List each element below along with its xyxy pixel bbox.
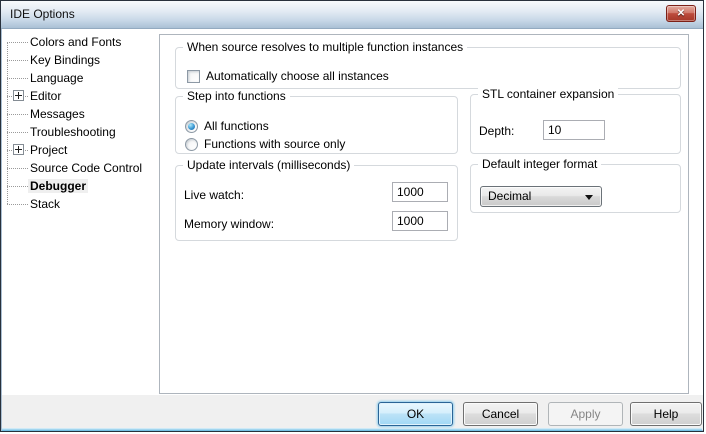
functions-with-source-radio-row[interactable]: Functions with source only	[185, 137, 345, 151]
radio-label: Functions with source only	[204, 137, 345, 151]
auto-choose-instances-row[interactable]: Automatically choose all instances	[187, 69, 389, 83]
tree-connector-line	[7, 114, 28, 115]
sidebar-item-messages[interactable]: Messages	[2, 105, 158, 123]
dropdown-selected-value: Decimal	[488, 187, 531, 206]
sidebar-item-key-bindings[interactable]: Key Bindings	[2, 51, 158, 69]
close-icon: ✕	[677, 8, 685, 19]
tree-connector-line	[7, 78, 28, 79]
group-step-into-functions: Step into functions All functions Functi…	[175, 96, 458, 154]
dialog-body: Colors and Fonts Key Bindings Language E…	[2, 29, 704, 395]
tree-connector-line	[7, 42, 28, 43]
group-title: Default integer format	[478, 157, 601, 171]
cancel-button[interactable]: Cancel	[463, 402, 538, 426]
sidebar-item-troubleshooting[interactable]: Troubleshooting	[2, 123, 158, 141]
sidebar-item-label: Key Bindings	[30, 53, 100, 67]
sidebar-item-label: Messages	[30, 107, 85, 121]
sidebar-item-label: Troubleshooting	[30, 125, 116, 139]
group-title: Update intervals (milliseconds)	[183, 158, 354, 172]
debugger-settings-panel: When source resolves to multiple functio…	[159, 34, 689, 394]
sidebar-item-label: Colors and Fonts	[30, 35, 121, 49]
tree-connector-line	[7, 132, 28, 133]
radio-label: All functions	[204, 119, 269, 133]
sidebar-item-label: Stack	[30, 197, 60, 211]
sidebar-item-label: Editor	[30, 89, 61, 103]
dropdown-arrow-icon	[585, 195, 593, 200]
memory-window-label: Memory window:	[184, 217, 274, 231]
dialog-button-bar: OK Cancel Apply Help	[2, 395, 704, 430]
live-watch-label: Live watch:	[184, 188, 244, 202]
sidebar-item-label: Language	[30, 71, 83, 85]
sidebar-item-language[interactable]: Language	[2, 69, 158, 87]
tree-connector-line	[7, 168, 28, 169]
options-category-tree: Colors and Fonts Key Bindings Language E…	[2, 29, 158, 395]
tree-expand-plus-icon[interactable]	[13, 144, 24, 155]
titlebar[interactable]: IDE Options ✕	[1, 1, 703, 29]
group-title: STL container expansion	[478, 87, 618, 101]
tree-connector-line	[7, 186, 28, 187]
sidebar-item-stack[interactable]: Stack	[2, 195, 158, 213]
sidebar-item-colors-and-fonts[interactable]: Colors and Fonts	[2, 33, 158, 51]
group-stl-container-expansion: STL container expansion Depth:	[470, 94, 681, 154]
group-multiple-function-instances: When source resolves to multiple functio…	[175, 47, 681, 89]
window-bottom-glass-edge	[2, 428, 702, 431]
group-default-integer-format: Default integer format Decimal	[470, 164, 681, 213]
tree-connector-line	[7, 204, 28, 205]
depth-input[interactable]	[543, 120, 605, 140]
sidebar-item-label: Debugger	[28, 179, 88, 193]
all-functions-radio[interactable]	[185, 120, 198, 133]
functions-with-source-radio[interactable]	[185, 138, 198, 151]
tree-expand-plus-icon[interactable]	[13, 90, 24, 101]
close-button[interactable]: ✕	[666, 5, 696, 22]
memory-window-input[interactable]	[392, 211, 448, 231]
help-button[interactable]: Help	[630, 402, 702, 426]
checkbox-label: Automatically choose all instances	[206, 69, 389, 83]
sidebar-item-label: Project	[30, 143, 67, 157]
auto-choose-instances-checkbox[interactable]	[187, 70, 200, 83]
sidebar-item-editor[interactable]: Editor	[2, 87, 158, 105]
sidebar-item-debugger[interactable]: Debugger	[2, 177, 158, 195]
group-title: When source resolves to multiple functio…	[183, 40, 467, 54]
group-title: Step into functions	[183, 89, 290, 103]
ok-button[interactable]: OK	[378, 402, 453, 426]
tree-connector-line	[7, 60, 28, 61]
apply-button: Apply	[548, 402, 623, 426]
depth-label: Depth:	[479, 124, 514, 138]
sidebar-item-source-code-control[interactable]: Source Code Control	[2, 159, 158, 177]
window-title: IDE Options	[10, 1, 75, 28]
ide-options-dialog: IDE Options ✕ Colors and Fonts Key Bindi…	[0, 0, 704, 432]
group-update-intervals: Update intervals (milliseconds) Live wat…	[175, 165, 458, 241]
all-functions-radio-row[interactable]: All functions	[185, 119, 269, 133]
live-watch-input[interactable]	[392, 182, 448, 202]
integer-format-dropdown[interactable]: Decimal	[480, 186, 602, 207]
sidebar-item-project[interactable]: Project	[2, 141, 158, 159]
sidebar-item-label: Source Code Control	[30, 161, 142, 175]
